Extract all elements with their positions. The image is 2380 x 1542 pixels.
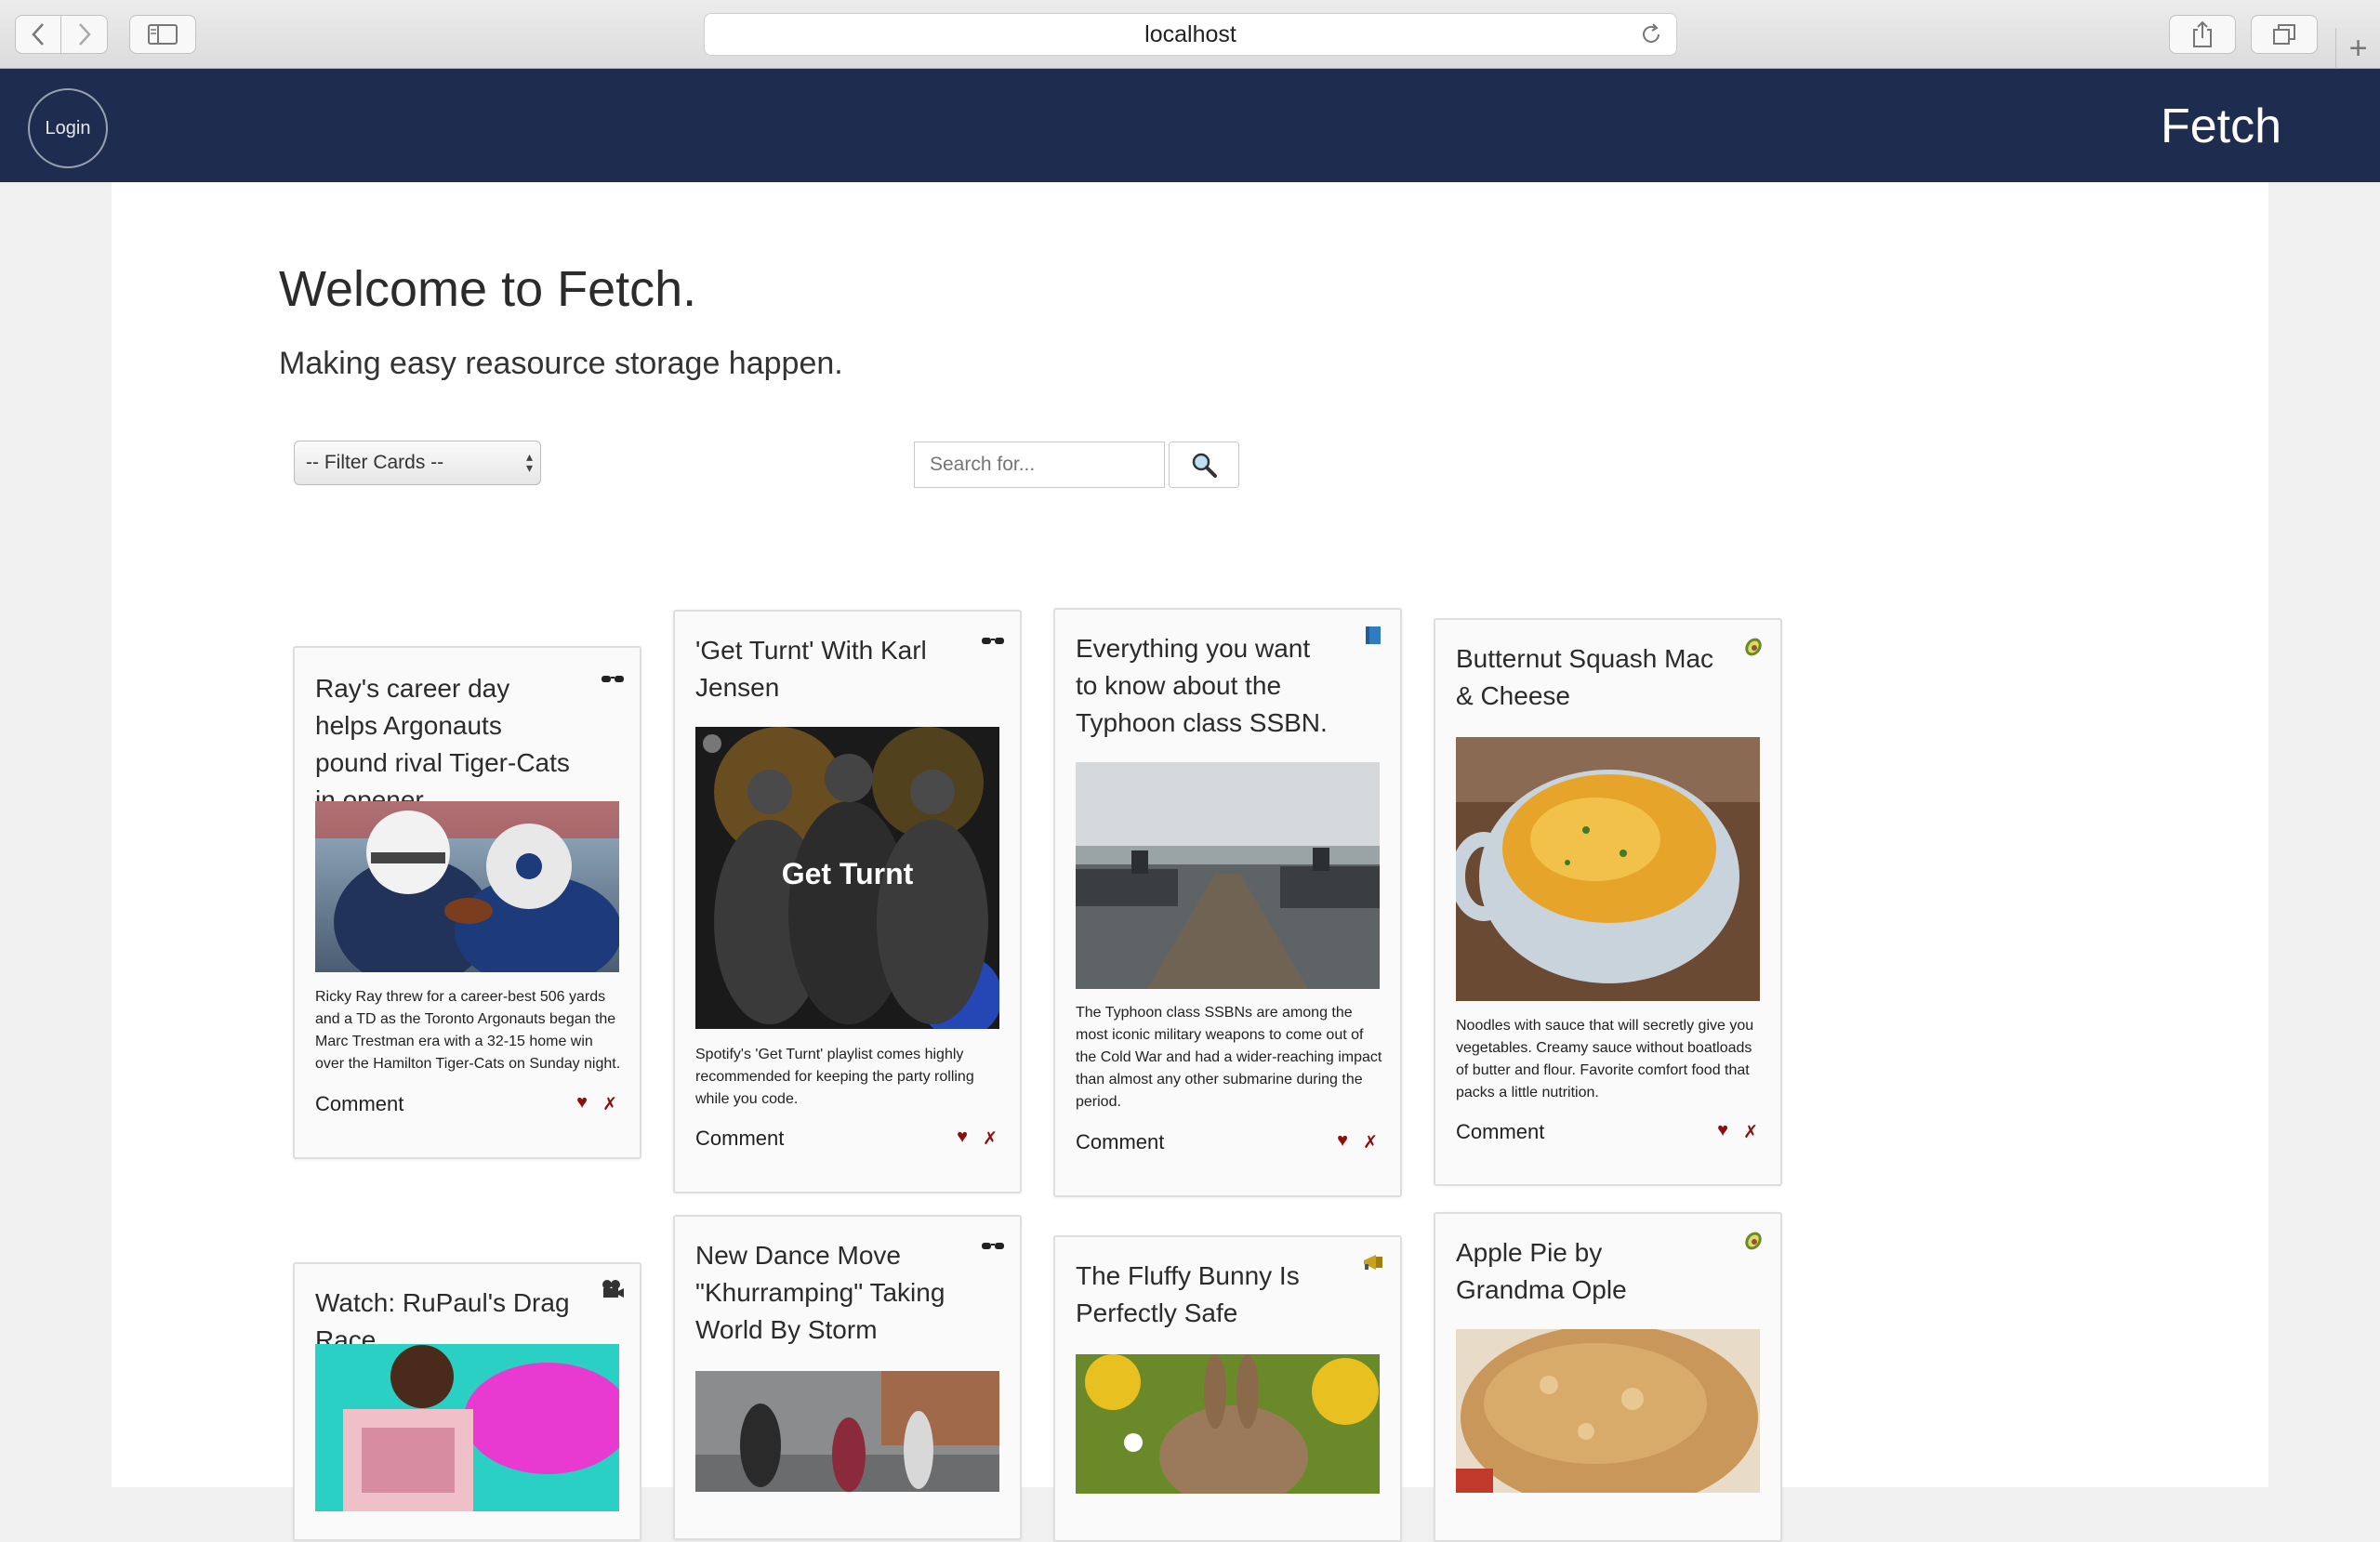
megaphone-icon [1364,1255,1382,1270]
plus-icon: + [2348,30,2368,66]
chevron-left-icon [32,23,44,46]
football-photo [315,801,619,972]
card-description: Ricky Ray threw for a career-best 506 ya… [315,989,621,1072]
login-label: Login [45,117,91,138]
filter-selected-value: -- Filter Cards -- [306,452,444,473]
sunglasses-icon [602,676,624,682]
card: Watch: RuPaul's Drag Race [293,1262,641,1541]
comment-link[interactable]: Comment [1456,1120,1544,1144]
browser-toolbar: localhost + [0,0,2380,69]
magnifier-icon [1192,453,1217,478]
forward-button[interactable] [61,15,108,54]
card-title[interactable]: Butternut Squash Mac & Cheese [1456,640,1716,715]
sidebar-icon [148,24,178,45]
reload-icon[interactable] [1639,22,1663,46]
url-text: localhost [1144,20,1236,47]
drag-race-photo [315,1344,619,1511]
show-tabs-button[interactable] [2251,15,2318,54]
book-icon [1366,626,1381,644]
back-button[interactable] [15,15,61,54]
page-subtitle: Making easy reasource storage happen. [279,346,843,381]
chevron-right-icon [78,23,91,46]
card: The Fluffy Bunny Is Perfectly Safe [1053,1235,1402,1542]
avocado-icon [1745,1232,1762,1250]
mac-cheese-photo [1456,737,1760,1001]
sunglasses-icon [982,638,1004,644]
movie-camera-icon [602,1280,624,1298]
heart-icon[interactable]: ♥ [1337,1130,1348,1152]
search-button[interactable] [1169,442,1239,488]
card-image[interactable] [315,801,619,972]
brand-logo[interactable]: Fetch [2161,102,2281,151]
card: Apple Pie by Grandma Ople [1434,1212,1782,1542]
select-arrows-icon: ▴ ▾ [525,449,533,475]
tabs-icon [2273,24,2295,45]
comment-link[interactable]: Comment [1076,1130,1164,1154]
card-image[interactable] [1076,762,1380,989]
card-image[interactable] [695,1371,999,1492]
card-title[interactable]: New Dance Move "Khurramping" Taking Worl… [695,1237,956,1349]
comment-link[interactable]: Comment [695,1127,784,1151]
card: Everything you want to know about the Ty… [1053,608,1402,1197]
share-icon [2193,20,2212,47]
site-header: Login Fetch [0,69,2380,182]
card-description: Spotify's 'Get Turnt' playlist comes hig… [695,1047,974,1107]
card-description: Noodles with sauce that will secretly gi… [1456,1018,1754,1100]
card-title[interactable]: Everything you want to know about the Ty… [1076,630,1336,742]
card-image[interactable] [1456,1329,1760,1493]
login-button[interactable]: Login [28,88,108,168]
search-input[interactable] [914,442,1165,488]
remove-icon[interactable]: ✗ [1743,1122,1758,1143]
heart-icon[interactable]: ♥ [576,1092,588,1114]
new-tab-button[interactable]: + [2335,28,2380,69]
apple-pie-photo [1456,1329,1760,1493]
card-title[interactable]: 'Get Turnt' With Karl Jensen [695,632,956,706]
card-image[interactable] [315,1344,619,1511]
page-title: Welcome to Fetch. [279,261,697,317]
bunny-photo [1076,1354,1380,1494]
filter-cards-select[interactable]: -- Filter Cards -- ▴ ▾ [294,441,541,485]
card-image[interactable]: Get Turnt [695,727,999,1029]
comment-link[interactable]: Comment [315,1092,403,1116]
history-nav [15,15,108,56]
cover-text: Get Turnt [781,857,914,890]
card-description: The Typhoon class SSBNs are among the mo… [1076,1005,1382,1110]
remove-icon[interactable]: ✗ [983,1128,998,1150]
address-bar[interactable]: localhost [704,13,1677,56]
remove-icon[interactable]: ✗ [602,1094,617,1115]
heart-icon[interactable]: ♥ [1717,1120,1728,1141]
card-image[interactable] [1076,1354,1380,1494]
card-title[interactable]: The Fluffy Bunny Is Perfectly Safe [1076,1258,1336,1332]
card-title[interactable]: Ray's career day helps Argonauts pound r… [315,670,575,819]
avocado-icon [1745,638,1762,656]
remove-icon[interactable]: ✗ [1363,1132,1378,1153]
card: Ray's career day helps Argonauts pound r… [293,646,641,1159]
card: 'Get Turnt' With Karl Jensen Get Turnt S… [673,610,1022,1193]
sunglasses-icon [982,1243,1004,1249]
submarine-photo [1076,762,1380,989]
sidebar-toggle-button[interactable] [129,15,196,54]
dance-photo [695,1371,999,1492]
card-title[interactable]: Apple Pie by Grandma Ople [1456,1234,1716,1309]
share-button[interactable] [2169,15,2236,54]
card: Butternut Squash Mac & Cheese Noodles wi… [1434,618,1782,1186]
card: New Dance Move "Khurramping" Taking Worl… [673,1215,1022,1540]
card-image[interactable] [1456,737,1760,1001]
heart-icon[interactable]: ♥ [957,1127,968,1148]
